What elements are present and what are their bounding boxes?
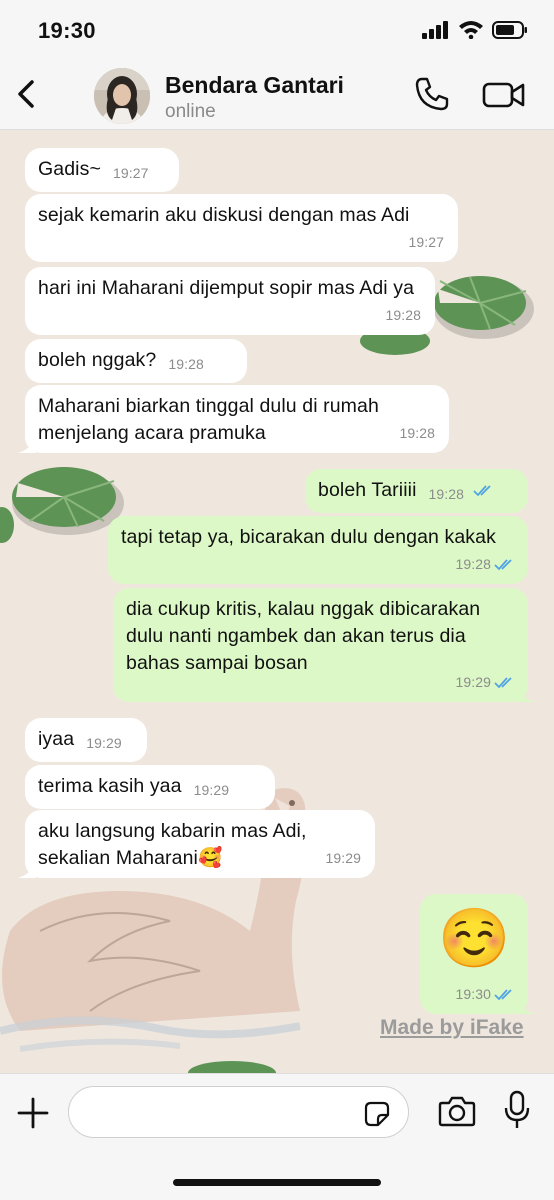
phone-icon[interactable] [414, 76, 450, 112]
message-text: Maharani biarkan tinggal dulu di rumah m… [38, 395, 379, 444]
message-time: 19:30 [455, 986, 491, 1002]
wifi-icon [459, 21, 483, 39]
message-text: Gadis~ [38, 158, 101, 180]
read-receipt-icon [472, 485, 491, 497]
bubble-tail [517, 996, 535, 1014]
composer-bar [0, 1073, 554, 1200]
message-outgoing[interactable]: dia cukup kritis, kalau nggak dibicaraka… [113, 588, 535, 702]
message-input[interactable] [68, 1086, 409, 1138]
message-incoming[interactable]: terima kasih yaa 19:29 [25, 765, 275, 809]
contact-name[interactable]: Bendara Gantari [165, 72, 344, 99]
message-incoming[interactable]: aku langsung kabarin mas Adi, sekalian M… [18, 810, 375, 878]
message-time: 19:28 [168, 356, 204, 372]
watermark-link[interactable]: Made by iFake [380, 1016, 524, 1040]
plus-icon[interactable] [16, 1096, 50, 1130]
status-icons [422, 20, 528, 39]
message-time-status: 19:28 [455, 551, 514, 578]
bubble-tail [18, 860, 36, 878]
message-text: boleh Tariiii [318, 479, 417, 501]
message-incoming[interactable]: hari ini Maharani dijemput sopir mas Adi… [25, 267, 435, 335]
status-time: 19:30 [38, 18, 96, 43]
message-time: 19:29 [86, 735, 122, 751]
message-time: 19:27 [112, 165, 149, 181]
message-incoming[interactable]: sejak kemarin aku diskusi dengan mas Adi… [25, 194, 458, 262]
back-chevron-icon[interactable] [12, 74, 42, 114]
message-time: 19:29 [455, 674, 491, 690]
message-text: iyaa [38, 728, 75, 750]
status-bar: 19:30 [0, 0, 554, 60]
video-call-icon[interactable] [482, 80, 526, 110]
message-list[interactable]: Gadis~ 19:27 sejak kemarin aku diskusi de… [0, 131, 554, 1073]
message-time: 19:29 [325, 850, 361, 866]
message-time-status: 19:30 [455, 981, 514, 1008]
microphone-icon[interactable] [503, 1090, 531, 1130]
chat-header: Bendara Gantari online [0, 60, 554, 130]
message-text: sejak kemarin aku diskusi dengan mas Adi [38, 204, 410, 226]
message-time: 19:27 [408, 234, 444, 250]
signal-icon [422, 20, 448, 39]
home-indicator[interactable] [173, 1179, 381, 1186]
message-text: terima kasih yaa [38, 775, 182, 797]
message-time: 19:28 [399, 425, 435, 441]
read-receipt-icon [494, 677, 512, 689]
message-text: hari ini Maharani dijemput sopir mas Adi… [38, 277, 415, 299]
bubble-tail [18, 435, 36, 453]
message-outgoing[interactable]: boleh Tariiii 19:28 [305, 469, 528, 513]
read-receipt-icon [494, 559, 512, 571]
message-outgoing-emoji[interactable]: ☺️ 19:30 [420, 894, 535, 1014]
message-time: 19:28 [455, 556, 491, 572]
bubble-tail [517, 684, 535, 702]
message-incoming[interactable]: Maharani biarkan tinggal dulu di rumah m… [18, 385, 449, 453]
message-outgoing[interactable]: tapi tetap ya, bicarakan dulu dengan kak… [108, 516, 528, 584]
message-text: dia cukup kritis, kalau nggak dibicaraka… [126, 598, 481, 674]
message-text: tapi tetap ya, bicarakan dulu dengan kak… [121, 526, 496, 548]
emoji-message: ☺️ [438, 906, 511, 971]
message-time-status: 19:29 [455, 669, 514, 696]
message-incoming[interactable]: Gadis~ 19:27 [25, 148, 179, 192]
camera-icon[interactable] [438, 1094, 476, 1128]
battery-icon [492, 20, 527, 39]
message-text: boleh nggak? [38, 349, 157, 371]
message-text: aku langsung kabarin mas Adi, sekalian M… [38, 820, 307, 869]
sticker-icon[interactable] [364, 1101, 390, 1127]
message-incoming[interactable]: iyaa 19:29 [25, 718, 147, 762]
avatar[interactable] [94, 68, 150, 124]
avatar-photo [94, 68, 150, 124]
message-time: 19:28 [385, 307, 421, 323]
read-receipt-icon [494, 989, 512, 1001]
message-time: 19:29 [193, 782, 230, 798]
contact-presence: online [165, 101, 216, 122]
message-incoming[interactable]: boleh nggak? 19:28 [25, 339, 247, 383]
message-time: 19:28 [428, 486, 465, 502]
